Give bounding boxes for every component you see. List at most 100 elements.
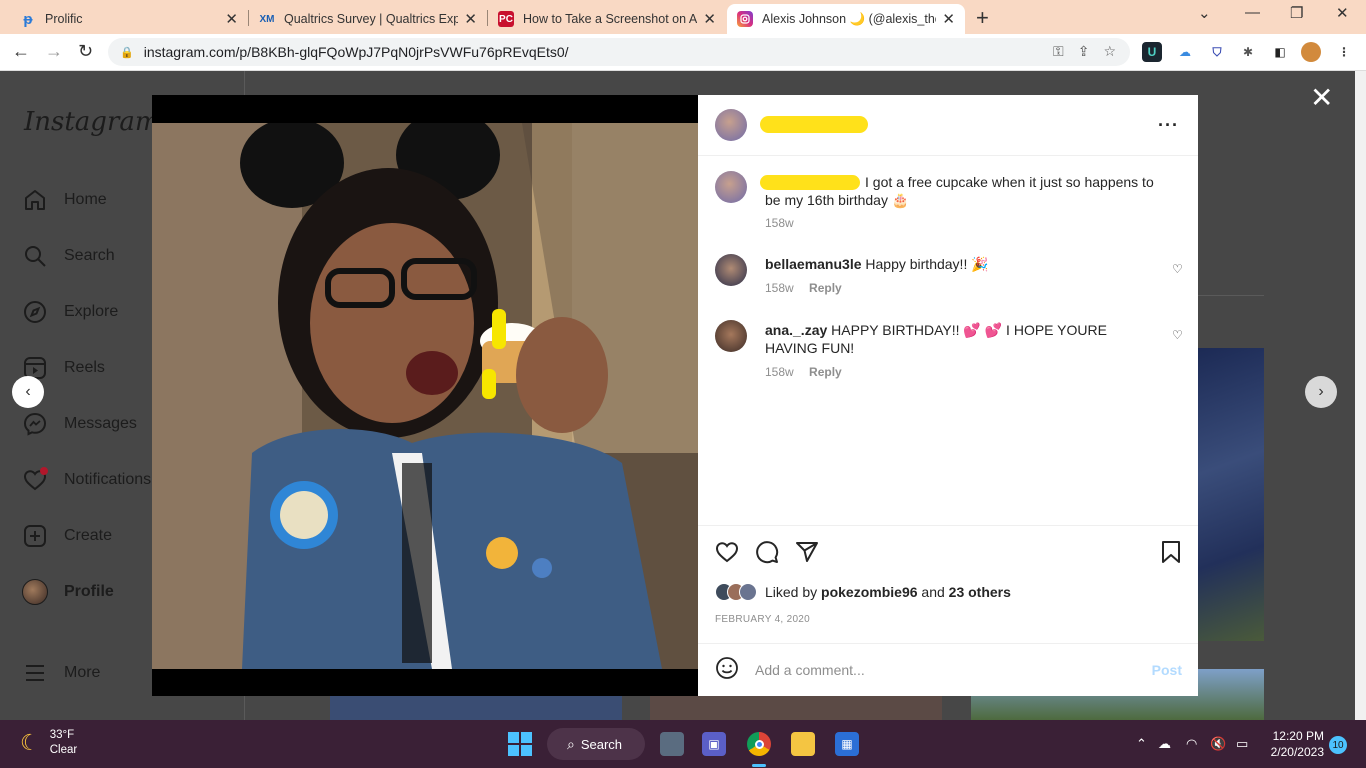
sidebar-item-label: Reels [64, 359, 105, 376]
extension-cloud-icon[interactable]: ☁ [1175, 42, 1195, 62]
sidebar-item-explore[interactable]: Explore [22, 297, 118, 327]
liked-by-user[interactable]: pokezombie96 [821, 584, 917, 600]
post-comment-button[interactable]: Post [1152, 662, 1182, 678]
previous-post-chevron-left-icon[interactable]: ‹ [12, 376, 44, 408]
new-tab-button[interactable]: + [976, 5, 989, 31]
close-tab-icon[interactable]: ✕ [225, 10, 238, 28]
tab-title: How to Take a Screenshot on Any [523, 12, 698, 26]
extension-shield-icon[interactable]: ⛉ [1207, 42, 1227, 62]
restore-button[interactable]: ❐ [1290, 4, 1303, 22]
post-details-panel: ··· I got a free cupcake when it just so… [698, 95, 1198, 696]
taskbar-search[interactable]: ⌕ Search [547, 728, 645, 760]
instagram-logo[interactable]: Instagram [24, 107, 160, 137]
wifi-icon[interactable]: ◠ [1186, 736, 1197, 752]
like-comment-heart-icon[interactable]: ♡ [1172, 262, 1183, 276]
sidebar-item-label: Profile [64, 583, 114, 600]
comment: bellaemanu3le Happy birthday!! 🎉 [765, 255, 1145, 273]
comment-input[interactable]: Add a comment... [755, 662, 1152, 678]
address-bar[interactable]: 🔒 instagram.com/p/B8KBh-glqFQoWpJ7PqN0jr… [108, 38, 1130, 66]
search-icon [22, 243, 48, 269]
like-heart-icon[interactable] [715, 540, 739, 569]
commenter-avatar[interactable] [715, 254, 747, 286]
profile-grid-thumbnail[interactable] [330, 696, 622, 720]
tab-title: Prolific [45, 12, 83, 26]
side-panel-icon[interactable]: ◧ [1270, 42, 1290, 62]
kebab-menu-icon[interactable]: ⋮ [1334, 42, 1354, 62]
onedrive-cloud-icon[interactable]: ☁ [1158, 736, 1171, 752]
close-window-button[interactable]: ✕ [1336, 4, 1349, 22]
comment-username[interactable]: bellaemanu3le [765, 256, 862, 272]
emoji-icon[interactable] [715, 656, 739, 685]
task-view-icon[interactable] [660, 732, 684, 756]
close-modal-icon[interactable]: ✕ [1310, 84, 1333, 112]
puzzle-icon[interactable]: ✱ [1238, 42, 1258, 62]
windows-start-icon[interactable] [508, 732, 532, 756]
weather-condition: Clear [49, 744, 78, 756]
comment-timestamp: 158w [765, 365, 794, 379]
tab-instagram[interactable]: Alexis Johnson 🌙 (@alexis_the_c ✕ [727, 4, 965, 34]
save-bookmark-icon[interactable] [1160, 540, 1182, 569]
sidebar-item-notifications[interactable]: Notifications [22, 465, 151, 495]
sidebar-item-messages[interactable]: Messages [22, 409, 137, 439]
chrome-icon[interactable] [747, 732, 771, 756]
comment-username[interactable]: ana._.zay [765, 322, 827, 338]
chevron-down-icon[interactable]: ⌄ [1198, 4, 1211, 22]
post-date[interactable]: FEBRUARY 4, 2020 [715, 614, 810, 625]
author-avatar[interactable] [715, 171, 747, 203]
comment-meta: 158w Reply [765, 365, 842, 379]
tab-prolific[interactable]: ᵽ Prolific ✕ [10, 4, 248, 34]
profile-grid-thumbnail[interactable] [1198, 348, 1264, 641]
forward-button[interactable]: → [45, 41, 63, 62]
tab-screenshot-article[interactable]: PC How to Take a Screenshot on Any ✕ [488, 4, 726, 34]
microsoft-store-icon[interactable]: ▦ [835, 732, 859, 756]
sidebar-item-create[interactable]: Create [22, 521, 112, 551]
notification-badge[interactable]: 10 [1329, 736, 1347, 754]
sidebar-item-search[interactable]: Search [22, 241, 115, 271]
instagram-icon [737, 11, 753, 27]
weather-widget[interactable]: ☾ 33°F Clear [20, 728, 77, 758]
extension-u-icon[interactable]: U [1142, 42, 1162, 62]
search-icon: ⌕ [567, 735, 575, 752]
more-options-icon[interactable]: ··· [1158, 115, 1179, 136]
post-caption: I got a free cupcake when it just so hap… [765, 174, 1154, 208]
post-photo[interactable] [152, 123, 698, 669]
key-icon[interactable]: ⚿ [1053, 43, 1064, 60]
lock-icon: 🔒 [120, 46, 134, 59]
commenter-avatar[interactable] [715, 320, 747, 352]
sidebar-item-home[interactable]: Home [22, 185, 107, 215]
close-tab-icon[interactable]: ✕ [942, 10, 955, 28]
chevron-up-icon[interactable]: ⌃ [1136, 736, 1147, 752]
profile-avatar[interactable] [1301, 42, 1321, 62]
battery-icon[interactable]: ▭ [1236, 736, 1248, 752]
like-comment-heart-icon[interactable]: ♡ [1172, 328, 1183, 342]
plus-square-icon [22, 523, 48, 549]
profile-grid-thumbnail[interactable] [650, 696, 942, 720]
tab-title: Alexis Johnson 🌙 (@alexis_the_c [762, 11, 937, 26]
reply-button[interactable]: Reply [809, 281, 842, 295]
minimize-button[interactable]: — [1245, 4, 1260, 21]
share-paper-plane-icon[interactable] [795, 540, 819, 569]
sidebar-item-profile[interactable]: Profile [22, 577, 114, 607]
moon-icon: ☾ [20, 730, 40, 755]
close-tab-icon[interactable]: ✕ [464, 10, 477, 28]
back-button[interactable]: ← [12, 41, 30, 62]
speaker-muted-icon[interactable]: 🔇 [1210, 736, 1226, 752]
teams-chat-icon[interactable]: ▣ [702, 732, 726, 756]
liked-by-others[interactable]: 23 others [949, 584, 1011, 600]
taskbar: ☾ 33°F Clear ⌕ Search ▣ ▦ ⌃ ☁ ◠ 🔇 ▭ 12:2… [0, 720, 1366, 768]
file-explorer-icon[interactable] [791, 732, 815, 756]
scrollbar[interactable] [1355, 71, 1366, 720]
share-icon[interactable]: ⇪ [1078, 43, 1090, 60]
tab-qualtrics[interactable]: XM Qualtrics Survey | Qualtrics Exper ✕ [249, 4, 487, 34]
clock[interactable]: 12:20 PM 2/20/2023 [1262, 728, 1324, 760]
close-tab-icon[interactable]: ✕ [703, 10, 716, 28]
sidebar-item-more[interactable]: More [22, 658, 100, 688]
bookmark-star-icon[interactable]: ☆ [1103, 43, 1116, 60]
next-post-chevron-right-icon[interactable]: › [1305, 376, 1337, 408]
reload-button[interactable]: ↻ [78, 41, 93, 62]
comment-bubble-icon[interactable] [755, 540, 779, 569]
reply-button[interactable]: Reply [809, 365, 842, 379]
sidebar-item-label: Messages [64, 415, 137, 432]
author-avatar[interactable] [715, 109, 747, 141]
post-photo-illustration [152, 123, 698, 669]
